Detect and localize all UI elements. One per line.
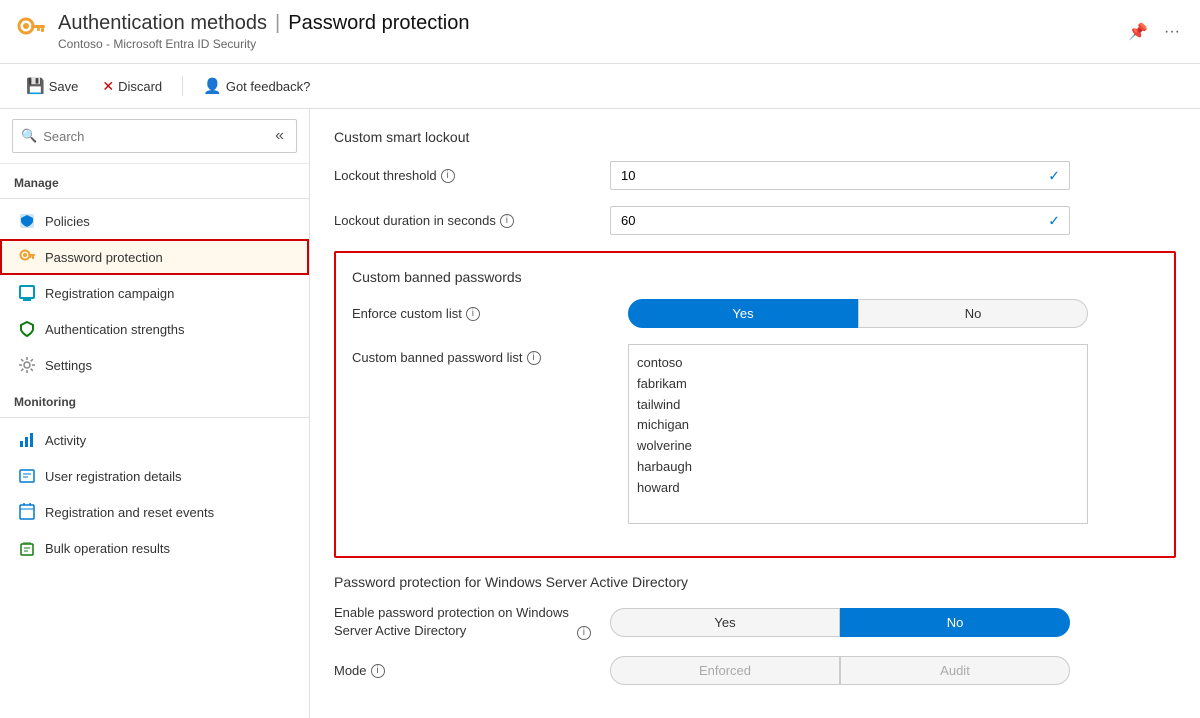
main-content: Custom smart lockout Lockout threshold i… — [310, 109, 1200, 718]
discard-button[interactable]: ✕ Discard — [92, 73, 172, 100]
registration-reset-label: Registration and reset events — [45, 505, 214, 520]
registration-campaign-icon — [17, 283, 37, 303]
sidebar-item-registration-reset[interactable]: Registration and reset events — [0, 494, 309, 530]
sidebar-monitoring-label: Monitoring — [0, 383, 309, 413]
sidebar-search-area: 🔍 « — [0, 109, 309, 164]
lockout-duration-label: Lockout duration in seconds i — [334, 213, 594, 228]
search-input[interactable] — [43, 129, 265, 144]
settings-label: Settings — [45, 358, 92, 373]
breadcrumb-auth[interactable]: Authentication methods — [58, 12, 267, 35]
search-wrap: 🔍 « — [12, 119, 297, 153]
policies-icon — [17, 211, 37, 231]
settings-icon — [17, 355, 37, 375]
more-button[interactable]: ··· — [1160, 19, 1184, 45]
enforce-list-info-icon[interactable]: i — [466, 307, 480, 321]
body: 🔍 « Manage Policies P — [0, 109, 1200, 718]
enable-windows-info-icon[interactable]: i — [577, 626, 591, 640]
sidebar-item-settings[interactable]: Settings — [0, 347, 309, 383]
mode-audit-button[interactable]: Audit — [840, 656, 1070, 685]
password-protection-icon — [17, 247, 37, 267]
enable-windows-toggle-group: Yes No — [610, 608, 1070, 637]
header-main-title: Authentication methods | Password protec… — [58, 12, 469, 35]
user-registration-icon — [17, 466, 37, 486]
lockout-threshold-row: Lockout threshold i 10 5 15 20 ✓ — [334, 161, 1176, 190]
mode-row: Mode i Enforced Audit — [334, 656, 1176, 685]
sidebar-divider-monitoring — [0, 417, 309, 418]
auth-strengths-icon — [17, 319, 37, 339]
auth-strengths-label: Authentication strengths — [45, 322, 184, 337]
toolbar: 💾 Save ✕ Discard 👤 Got feedback? — [0, 64, 1200, 109]
lockout-duration-select-wrap: 60 30 120 300 ✓ — [610, 206, 1070, 235]
feedback-button[interactable]: 👤 Got feedback? — [193, 72, 320, 100]
header-separator: | — [275, 12, 280, 35]
enforce-yes-button[interactable]: Yes — [628, 299, 858, 328]
enable-windows-row: Enable password protection on WindowsSer… — [334, 604, 1176, 640]
lockout-duration-select[interactable]: 60 30 120 300 — [610, 206, 1070, 235]
mode-info-icon[interactable]: i — [371, 664, 385, 678]
lockout-threshold-select-wrap: 10 5 15 20 ✓ — [610, 161, 1070, 190]
smart-lockout-title: Custom smart lockout — [334, 129, 1176, 145]
banned-passwords-section: Custom banned passwords Enforce custom l… — [334, 251, 1176, 558]
banned-list-textarea[interactable]: contoso fabrikam tailwind michigan wolve… — [628, 344, 1088, 524]
sidebar-item-activity[interactable]: Activity — [0, 422, 309, 458]
sidebar-manage-label: Manage — [0, 164, 309, 194]
search-icon: 🔍 — [21, 128, 37, 144]
banned-list-info-icon[interactable]: i — [527, 351, 541, 365]
feedback-label: Got feedback? — [226, 79, 311, 94]
discard-icon: ✕ — [102, 78, 114, 95]
mode-toggle-group: Enforced Audit — [610, 656, 1070, 685]
enforce-no-button[interactable]: No — [858, 299, 1088, 328]
header-subtitle: Contoso - Microsoft Entra ID Security — [58, 37, 469, 51]
sidebar-divider-manage — [0, 198, 309, 199]
mode-enforced-button[interactable]: Enforced — [610, 656, 840, 685]
banned-list-row: Custom banned password list i contoso fa… — [352, 344, 1158, 524]
lockout-duration-row: Lockout duration in seconds i 60 30 120 … — [334, 206, 1176, 235]
mode-label: Mode i — [334, 663, 594, 678]
sidebar-item-bulk-operation[interactable]: Bulk operation results — [0, 530, 309, 566]
enable-windows-yes-button[interactable]: Yes — [610, 608, 840, 637]
policies-label: Policies — [45, 214, 90, 229]
lockout-threshold-select[interactable]: 10 5 15 20 — [610, 161, 1070, 190]
lockout-duration-info-icon[interactable]: i — [500, 214, 514, 228]
header: Authentication methods | Password protec… — [0, 0, 1200, 64]
windows-section-title: Password protection for Windows Server A… — [334, 574, 1176, 590]
header-page-title: Password protection — [288, 12, 469, 35]
header-titles: Authentication methods | Password protec… — [58, 12, 469, 51]
save-label: Save — [49, 79, 79, 94]
registration-campaign-label: Registration campaign — [45, 286, 174, 301]
sidebar: 🔍 « Manage Policies P — [0, 109, 310, 718]
user-registration-label: User registration details — [45, 469, 182, 484]
bulk-operation-icon — [17, 538, 37, 558]
pin-button[interactable]: 📌 — [1124, 18, 1152, 46]
enforce-toggle-group: Yes No — [628, 299, 1088, 328]
sidebar-item-policies[interactable]: Policies — [0, 203, 309, 239]
header-actions: 📌 ··· — [1124, 18, 1184, 46]
lockout-threshold-label: Lockout threshold i — [334, 168, 594, 183]
sidebar-item-auth-strengths[interactable]: Authentication strengths — [0, 311, 309, 347]
feedback-icon: 👤 — [203, 77, 222, 95]
registration-reset-icon — [17, 502, 37, 522]
activity-icon — [17, 430, 37, 450]
collapse-button[interactable]: « — [271, 125, 288, 147]
header-key-icon — [16, 16, 48, 48]
save-icon: 💾 — [26, 77, 45, 95]
bulk-operation-label: Bulk operation results — [45, 541, 170, 556]
save-button[interactable]: 💾 Save — [16, 72, 88, 100]
sidebar-item-registration-campaign[interactable]: Registration campaign — [0, 275, 309, 311]
lockout-threshold-info-icon[interactable]: i — [441, 169, 455, 183]
enforce-list-row: Enforce custom list i Yes No — [352, 299, 1158, 328]
enable-windows-label: Enable password protection on WindowsSer… — [334, 604, 594, 640]
enforce-list-label: Enforce custom list i — [352, 306, 612, 321]
discard-label: Discard — [118, 79, 162, 94]
enable-windows-no-button[interactable]: No — [840, 608, 1070, 637]
sidebar-item-user-registration[interactable]: User registration details — [0, 458, 309, 494]
toolbar-divider — [182, 76, 183, 96]
password-protection-label: Password protection — [45, 250, 163, 265]
banned-passwords-title: Custom banned passwords — [352, 269, 1158, 285]
banned-list-label: Custom banned password list i — [352, 350, 612, 365]
sidebar-item-password-protection[interactable]: Password protection — [0, 239, 309, 275]
activity-label: Activity — [45, 433, 86, 448]
